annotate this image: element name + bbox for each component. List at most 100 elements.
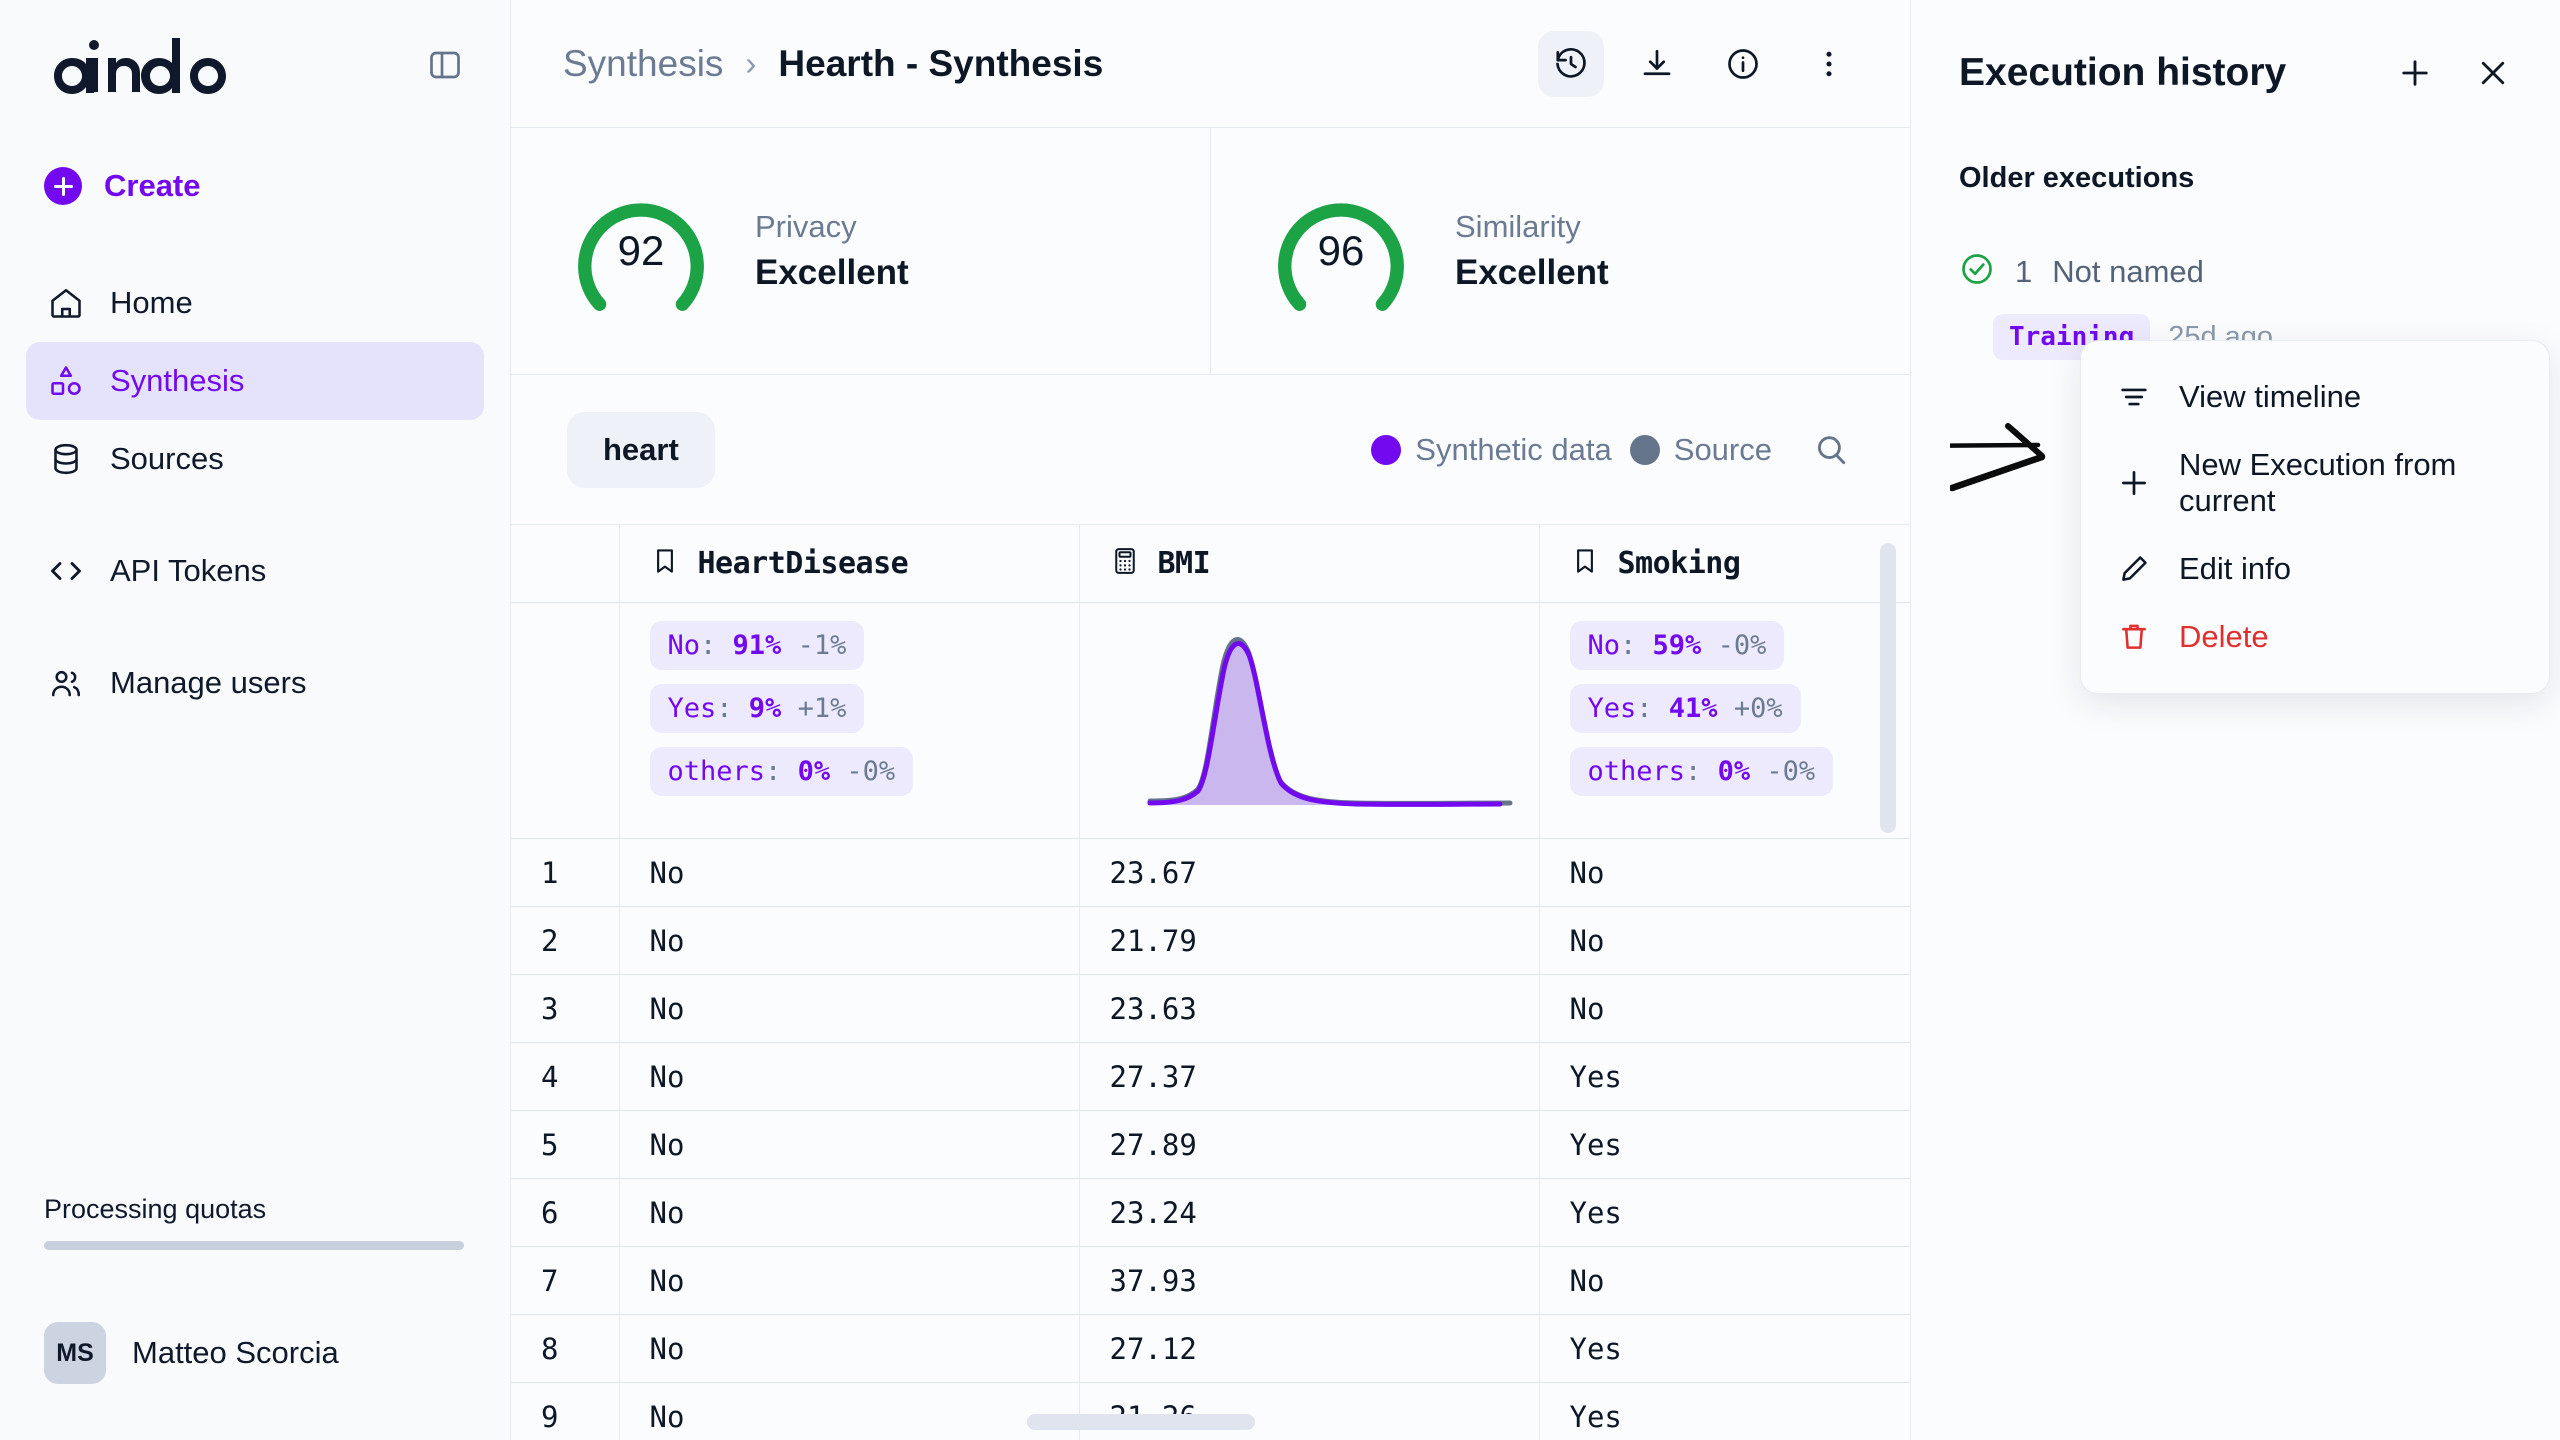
table-header-smoking[interactable]: Smoking — [1539, 524, 1910, 604]
user-profile[interactable]: MS Matteo Scorcia — [44, 1322, 466, 1384]
download-icon[interactable] — [1624, 31, 1690, 97]
cell-heartdisease: No — [619, 1314, 1080, 1384]
menu-item-delete[interactable]: Delete — [2081, 603, 2549, 671]
table-row[interactable]: 2 No 21.79 No — [511, 906, 1910, 976]
nav-divider — [0, 498, 510, 532]
table-row[interactable]: 8 No 27.12 Yes — [511, 1314, 1910, 1384]
row-index: 5 — [511, 1110, 620, 1180]
stat-delta: +0% — [1733, 693, 1783, 725]
sidebar-item-label: Manage users — [110, 665, 307, 700]
sidebar-item-label: API Tokens — [110, 553, 267, 588]
shapes-icon — [46, 363, 86, 399]
create-button[interactable]: Create — [0, 140, 510, 232]
more-icon[interactable] — [1796, 31, 1862, 97]
cell-heartdisease: No — [619, 1110, 1080, 1180]
execution-history-panel: Execution history Older executions 1 Not… — [1910, 0, 2560, 1440]
stat-chip: Yes: 9% +1% — [649, 684, 865, 734]
users-icon — [46, 665, 86, 701]
stat-chip: No: 59% -0% — [1569, 621, 1785, 671]
table-header-heartdisease[interactable]: HeartDisease — [619, 524, 1080, 604]
stats-heartdisease: No: 91% -1% Yes: 9% +1% others: 0% -0% — [619, 602, 1080, 840]
pencil-icon — [2115, 552, 2153, 586]
table-horizontal-scrollbar[interactable] — [1027, 1414, 1255, 1430]
table-row[interactable]: 9 No 21.26 Yes — [511, 1382, 1910, 1440]
sidebar-item-synthesis[interactable]: Synthesis — [26, 342, 484, 420]
plus-icon[interactable] — [2388, 46, 2442, 100]
cell-smoking: No — [1539, 838, 1910, 908]
menu-item-edit-info[interactable]: Edit info — [2081, 535, 2549, 603]
search-icon[interactable] — [1800, 419, 1862, 481]
legend-dot-icon — [1371, 434, 1402, 465]
similarity-score-label: Similarity — [1455, 209, 1581, 245]
menu-item-view-timeline[interactable]: View timeline — [2081, 363, 2549, 431]
panel-collapse-icon[interactable] — [422, 42, 468, 88]
stat-key: No — [1587, 630, 1621, 662]
menu-item-label: Edit info — [2179, 551, 2292, 586]
table-row[interactable]: 5 No 27.89 Yes — [511, 1110, 1910, 1180]
table-vertical-scrollbar[interactable] — [1880, 542, 1896, 833]
info-icon[interactable] — [1710, 31, 1776, 97]
home-icon — [46, 285, 86, 321]
processing-quotas-label: Processing quotas — [44, 1194, 267, 1224]
sidebar: Create Home Synthesis Sources API Tokens… — [0, 0, 510, 1440]
avatar: MS — [44, 1322, 106, 1384]
column-name: BMI — [1157, 545, 1211, 581]
cell-bmi: 21.79 — [1079, 906, 1540, 976]
cell-bmi: 23.67 — [1079, 838, 1540, 908]
cell-heartdisease: No — [619, 838, 1080, 908]
topbar: Synthesis › Hearth - Synthesis — [511, 0, 1910, 129]
close-icon[interactable] — [2466, 46, 2520, 100]
sidebar-item-home[interactable]: Home — [26, 264, 484, 342]
legend-group: Synthetic data Source — [1371, 419, 1862, 481]
legend-label: Source — [1673, 431, 1772, 467]
similarity-gauge: 96 — [1267, 177, 1415, 325]
topbar-actions — [1538, 30, 1862, 97]
stat-chip: No: 91% -1% — [649, 621, 865, 671]
execution-item[interactable]: 1 Not named — [1911, 195, 2560, 292]
table-row[interactable]: 4 No 27.37 Yes — [511, 1042, 1910, 1112]
table-row[interactable]: 3 No 23.63 No — [511, 974, 1910, 1044]
cell-bmi: 37.93 — [1079, 1246, 1540, 1316]
database-icon — [46, 441, 86, 477]
similarity-score-value: 96 — [1317, 227, 1365, 275]
breadcrumb-parent[interactable]: Synthesis — [563, 43, 723, 85]
breadcrumb: Synthesis › Hearth - Synthesis — [563, 43, 1103, 85]
execution-context-menu: View timeline New Execution from current… — [2080, 340, 2550, 694]
stat-chip: others: 0% -0% — [1569, 747, 1834, 797]
table-header-index — [511, 524, 620, 604]
cell-smoking: Yes — [1539, 1110, 1910, 1180]
sidebar-footer: Processing quotas MS Matteo Scorcia — [0, 1194, 510, 1440]
cell-smoking: Yes — [1539, 1314, 1910, 1384]
stats-index — [511, 602, 620, 840]
history-icon[interactable] — [1538, 30, 1604, 97]
row-index: 4 — [511, 1042, 620, 1112]
column-name: HeartDisease — [697, 545, 909, 581]
table-row[interactable]: 1 No 23.67 No — [511, 838, 1910, 908]
legend-label: Synthetic data — [1415, 431, 1612, 467]
data-table-container: HeartDisease BMI Smoking No: 91% -1% Yes… — [511, 523, 1910, 1440]
table-body: 1 No 23.67 No 2 No 21.79 No 3 No 23.63 N… — [511, 838, 1910, 1440]
plus-icon — [44, 167, 82, 205]
stat-chip: others: 0% -0% — [649, 747, 914, 797]
sidebar-item-api-tokens[interactable]: API Tokens — [26, 532, 484, 610]
older-executions-label: Older executions — [1959, 162, 2195, 194]
privacy-score-text: Privacy Excellent — [755, 209, 909, 293]
stat-key: No — [667, 630, 701, 662]
table-header-bmi[interactable]: BMI — [1079, 524, 1540, 604]
nav-divider — [0, 610, 510, 644]
sidebar-header — [0, 0, 510, 130]
similarity-score-verdict: Excellent — [1455, 253, 1609, 293]
sidebar-item-manage-users[interactable]: Manage users — [26, 644, 484, 722]
execution-history-header: Execution history — [1911, 0, 2560, 100]
table-row[interactable]: 7 No 37.93 No — [511, 1246, 1910, 1316]
menu-item-new-execution[interactable]: New Execution from current — [2081, 431, 2549, 535]
table-tag-chip[interactable]: heart — [567, 411, 715, 488]
row-index: 3 — [511, 974, 620, 1044]
stat-value: 0% — [797, 756, 831, 788]
sidebar-nav: Home Synthesis Sources API Tokens Manage… — [0, 264, 510, 722]
cell-heartdisease: No — [619, 974, 1080, 1044]
table-row[interactable]: 6 No 23.24 Yes — [511, 1178, 1910, 1248]
sidebar-item-sources[interactable]: Sources — [26, 420, 484, 498]
list-icon — [2115, 380, 2153, 414]
cell-heartdisease: No — [619, 1246, 1080, 1316]
